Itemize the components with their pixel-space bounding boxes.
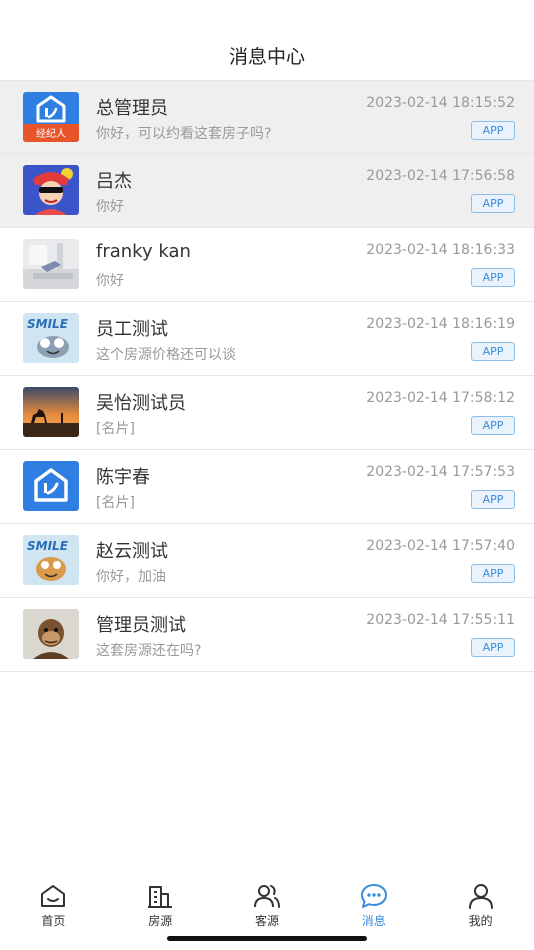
message-preview: 这套房源还在吗?	[96, 643, 202, 659]
contact-name: 管理员测试	[96, 615, 186, 636]
message-preview: [名片]	[96, 495, 135, 511]
source-badge: APP	[471, 490, 515, 509]
avatar: 经纪人	[23, 92, 79, 142]
avatar: SMILE	[23, 535, 79, 585]
message-time: 2023-02-14 17:58:12	[366, 390, 515, 406]
message-time: 2023-02-14 17:57:53	[366, 464, 515, 480]
avatar	[23, 387, 79, 437]
chat-icon	[360, 884, 387, 908]
contact-name: franky kan	[96, 241, 191, 262]
message-preview: [名片]	[96, 421, 135, 437]
house-logo-icon	[23, 461, 79, 511]
message-time: 2023-02-14 18:16:19	[366, 316, 515, 332]
message-time: 2023-02-14 17:55:11	[366, 612, 515, 628]
message-row[interactable]: 管理员测试 这套房源还在吗? 2023-02-14 17:55:11 APP	[0, 598, 534, 672]
message-time: 2023-02-14 18:16:33	[366, 242, 515, 258]
agent-logo-icon: 经纪人	[23, 92, 79, 142]
avatar	[23, 461, 79, 511]
contact-name: 吴怡测试员	[96, 393, 186, 414]
desert-camel-photo-icon	[23, 387, 79, 437]
bottom-tab-bar: 首页 房源 客源 消息 我的	[0, 874, 534, 950]
avatar	[23, 239, 79, 289]
tab-listings[interactable]: 房源	[107, 882, 214, 932]
message-preview: 你好	[96, 199, 124, 215]
message-preview: 你好，加油	[96, 569, 166, 585]
tab-clients[interactable]: 客源	[214, 882, 321, 932]
tab-label: 消息	[361, 914, 386, 928]
message-row[interactable]: franky kan 你好 2023-02-14 18:16:33 APP	[0, 228, 534, 302]
contact-name: 员工测试	[96, 319, 168, 340]
agent-logo-text: 经纪人	[36, 127, 66, 140]
home-indicator	[167, 936, 367, 941]
source-badge: APP	[471, 268, 515, 287]
message-preview: 你好	[96, 273, 124, 289]
tab-label: 首页	[41, 914, 66, 928]
message-row[interactable]: SMILE 员工测试 这个房源价格还可以谈 2023-02-14 18:16:1…	[0, 302, 534, 376]
ape-avatar-icon	[23, 609, 79, 659]
message-row[interactable]: 吴怡测试员 [名片] 2023-02-14 17:58:12 APP	[0, 376, 534, 450]
contact-name: 吕杰	[96, 171, 132, 192]
home-icon	[41, 885, 66, 907]
smile-cartoon-icon: SMILE	[23, 535, 79, 585]
smile-text: SMILE	[27, 317, 69, 331]
page-title: 消息中心	[228, 46, 305, 68]
person-icon	[468, 884, 493, 909]
users-icon	[253, 885, 280, 908]
tab-label: 我的	[468, 914, 493, 928]
tab-label: 房源	[148, 914, 173, 928]
avatar: SMILE	[23, 313, 79, 363]
tab-messages[interactable]: 消息	[320, 882, 427, 932]
tab-label: 客源	[254, 914, 279, 928]
contact-name: 赵云测试	[96, 541, 168, 562]
source-badge: APP	[471, 638, 515, 657]
smile-cartoon-icon: SMILE	[23, 313, 79, 363]
message-row[interactable]: 陈宇春 [名片] 2023-02-14 17:57:53 APP	[0, 450, 534, 524]
smile-text: SMILE	[27, 539, 69, 553]
source-badge: APP	[471, 564, 515, 583]
avatar	[23, 609, 79, 659]
message-time: 2023-02-14 17:57:40	[366, 538, 515, 554]
message-row[interactable]: 经纪人 总管理员 你好，可以约看这套房子吗? 2023-02-14 18:15:…	[0, 80, 534, 154]
message-time: 2023-02-14 18:15:52	[366, 95, 515, 111]
message-preview: 你好，可以约看这套房子吗?	[96, 126, 272, 142]
contact-name: 陈宇春	[96, 467, 150, 488]
source-badge: APP	[471, 342, 515, 361]
tab-profile[interactable]: 我的	[427, 882, 534, 932]
source-badge: APP	[471, 416, 515, 435]
cartoon-portrait-icon	[23, 165, 79, 215]
header-bar: 消息中心	[0, 0, 534, 80]
message-preview: 这个房源价格还可以谈	[96, 347, 236, 363]
message-list: 经纪人 总管理员 你好，可以约看这套房子吗? 2023-02-14 18:15:…	[0, 80, 534, 672]
source-badge: APP	[471, 121, 515, 140]
message-row[interactable]: 吕杰 你好 2023-02-14 17:56:58 APP	[0, 154, 534, 228]
message-row[interactable]: SMILE 赵云测试 你好，加油 2023-02-14 17:57:40 APP	[0, 524, 534, 598]
source-badge: APP	[471, 194, 515, 213]
tab-home[interactable]: 首页	[0, 882, 107, 932]
avatar	[23, 165, 79, 215]
contact-name: 总管理员	[96, 98, 168, 119]
message-time: 2023-02-14 17:56:58	[366, 168, 515, 184]
building-icon	[148, 886, 173, 908]
interior-photo-icon	[23, 239, 79, 289]
